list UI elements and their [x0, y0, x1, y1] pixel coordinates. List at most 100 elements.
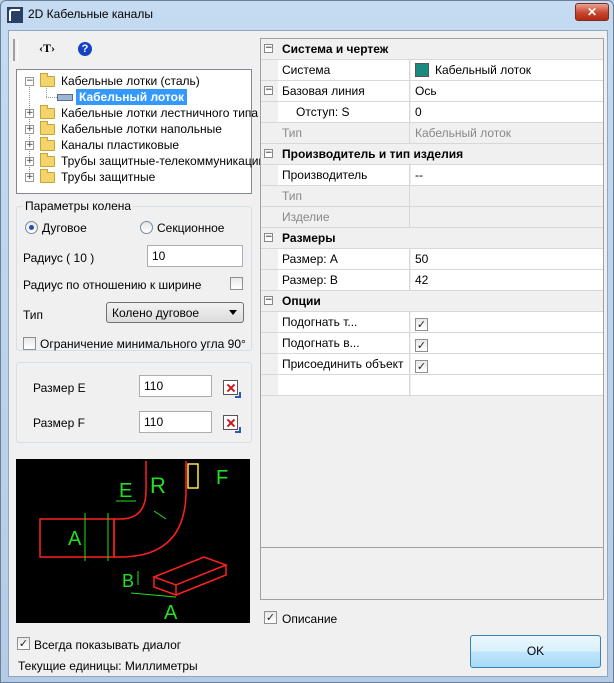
elbow-group-title: Параметры колена — [23, 199, 134, 213]
tree-item-label: Кабельные лотки лестничного типа — [61, 106, 259, 120]
expand-icon[interactable]: + — [25, 125, 34, 134]
preview-label-b: B — [122, 571, 134, 591]
prop-name: Изделие — [278, 207, 410, 227]
ok-button[interactable]: OK — [470, 635, 601, 668]
size-e-input[interactable]: 110 — [139, 375, 212, 397]
prop-value[interactable]: 50 — [411, 249, 603, 269]
size-f-input[interactable]: 110 — [139, 411, 212, 433]
prop-name: Отступ: S — [278, 102, 410, 122]
prop-row-offset[interactable]: Отступ: S 0 — [261, 102, 603, 123]
tree-item-selected[interactable]: Кабельный лоток — [17, 86, 251, 105]
prop-value[interactable]: ✓ — [411, 312, 603, 332]
pick-size-f-icon[interactable] — [223, 415, 241, 433]
tree-item[interactable]: + Каналы пластиковые — [17, 137, 251, 153]
prop-row-system[interactable]: Система Кабельный лоток — [261, 60, 603, 81]
prop-value-empty — [411, 375, 603, 395]
radius-ratio-checkbox[interactable] — [230, 277, 243, 290]
fit2-checkbox[interactable]: ✓ — [415, 339, 428, 352]
prop-category-label: Система и чертеж — [282, 42, 389, 56]
prop-value[interactable]: ✓ — [411, 333, 603, 353]
prop-value-system[interactable]: Кабельный лоток — [411, 60, 603, 80]
property-grid[interactable]: − Система и чертеж Система Кабельный лот… — [260, 38, 604, 600]
prop-row-product: Изделие — [261, 207, 603, 228]
tree-item-label: Кабельные лотки напольные — [61, 122, 222, 136]
prop-value-empty — [411, 186, 603, 206]
prop-row-size-a[interactable]: Размер: A 50 — [261, 249, 603, 270]
radio-arc[interactable] — [25, 221, 38, 234]
title-bar[interactable]: 2D Кабельные каналы ✕ — [1, 1, 613, 29]
preview-label-a: A — [68, 528, 82, 550]
tree-item[interactable]: + Трубы защитные-телекоммуникации — [17, 153, 265, 169]
prop-name: Тип — [278, 123, 410, 143]
prop-row-baseline[interactable]: − Базовая линия Ось — [261, 81, 603, 102]
prop-row-attach[interactable]: Присоединить объект ✓ — [261, 354, 603, 375]
prop-row-fit1[interactable]: Подогнать т... ✓ — [261, 312, 603, 333]
text-tool-button[interactable]: ‹T› — [39, 41, 55, 56]
preview-box-front — [175, 565, 227, 596]
collapse-icon[interactable]: − — [25, 77, 34, 86]
prop-value[interactable]: ✓ — [411, 354, 603, 374]
prop-category-label: Опции — [282, 294, 321, 308]
help-icon[interactable]: ? — [78, 42, 92, 56]
min-angle-checkbox[interactable] — [23, 337, 36, 350]
preview-label-r: R — [150, 473, 166, 498]
collapse-icon[interactable]: − — [264, 149, 273, 158]
prop-row-size-b[interactable]: Размер: B 42 — [261, 270, 603, 291]
color-swatch-icon — [415, 63, 429, 77]
preview-label-e: E — [119, 480, 132, 502]
folder-icon — [40, 121, 55, 135]
prop-value[interactable]: 0 — [411, 102, 603, 122]
expand-icon[interactable]: + — [25, 173, 34, 182]
collapse-icon[interactable]: − — [264, 296, 273, 305]
prop-name: Присоединить объект — [278, 354, 410, 374]
collapse-icon[interactable]: − — [264, 233, 273, 242]
radio-section[interactable] — [140, 221, 153, 234]
tree-item[interactable]: + Кабельные лотки напольные — [17, 121, 251, 137]
size-f-label: Размер F — [33, 416, 85, 430]
prop-name: Базовая линия — [278, 81, 410, 101]
pick-size-e-icon[interactable] — [223, 380, 241, 398]
always-show-checkbox[interactable]: ✓ — [17, 637, 30, 650]
preview-f-mark — [187, 463, 199, 489]
description-splitter[interactable] — [261, 547, 603, 548]
folder-icon — [40, 153, 55, 167]
min-angle-label[interactable]: Ограничение минимального угла 90° — [40, 337, 246, 351]
prop-category-sizes[interactable]: − Размеры — [261, 228, 603, 249]
tree-item[interactable]: + Трубы защитные — [17, 169, 251, 185]
prop-category-options[interactable]: − Опции — [261, 291, 603, 312]
collapse-icon[interactable]: − — [264, 86, 273, 95]
expand-icon[interactable]: + — [25, 157, 34, 166]
expand-icon[interactable]: + — [25, 141, 34, 150]
radio-section-label[interactable]: Секционное — [157, 221, 224, 235]
prop-row-empty — [261, 375, 603, 396]
description-label[interactable]: Описание — [282, 612, 337, 626]
elbow-type-select[interactable]: Колено дуговое — [106, 302, 244, 323]
prop-row-fit2[interactable]: Подогнать в... ✓ — [261, 333, 603, 354]
expand-icon[interactable]: + — [25, 109, 34, 118]
attach-checkbox[interactable]: ✓ — [415, 360, 428, 373]
catalog-tree[interactable]: − Кабельные лотки (сталь) Кабельный лото… — [16, 69, 265, 194]
radius-input[interactable]: 10 — [147, 245, 243, 267]
prop-value[interactable]: 42 — [411, 270, 603, 290]
prop-category-maker[interactable]: − Производитель и тип изделия — [261, 144, 603, 165]
size-e-label: Размер E — [33, 381, 86, 395]
prop-value[interactable]: Ось — [411, 81, 603, 101]
prop-value[interactable]: -- — [411, 165, 603, 185]
fit1-checkbox[interactable]: ✓ — [415, 318, 428, 331]
prop-category-system[interactable]: − Система и чертеж — [261, 39, 603, 60]
always-show-label[interactable]: Всегда показывать диалог — [34, 638, 181, 652]
toolbar-grip-icon — [13, 39, 18, 61]
prop-row-maker[interactable]: Производитель -- — [261, 165, 603, 186]
close-button[interactable]: ✕ — [575, 3, 609, 21]
prop-category-label: Размеры — [282, 231, 336, 245]
collapse-icon[interactable]: − — [264, 44, 273, 53]
elbow-type-value: Колено дуговое — [112, 306, 200, 320]
description-checkbox[interactable]: ✓ — [264, 611, 277, 624]
tree-item[interactable]: + Кабельные лотки лестничного типа — [17, 105, 258, 121]
tree-item[interactable]: − Кабельные лотки (сталь) — [17, 73, 251, 89]
radio-arc-label[interactable]: Дуговое — [42, 221, 87, 235]
tree-item-label: Кабельный лоток — [76, 89, 187, 105]
preview-dim-a2 — [130, 592, 177, 598]
preview-box-side — [153, 577, 177, 597]
tree-item-label: Трубы защитные-телекоммуникации — [61, 154, 266, 168]
